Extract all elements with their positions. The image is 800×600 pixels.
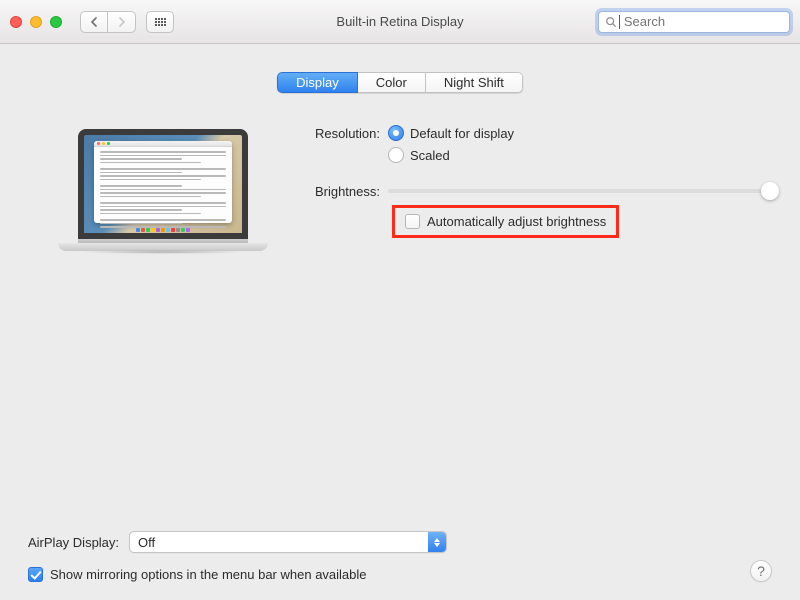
bottom-section: AirPlay Display: Off Show mirroring opti… bbox=[28, 531, 772, 582]
zoom-window-button[interactable] bbox=[50, 16, 62, 28]
radio-label: Scaled bbox=[410, 148, 450, 163]
nav-buttons bbox=[80, 11, 136, 33]
titlebar: Built-in Retina Display bbox=[0, 0, 800, 44]
close-window-button[interactable] bbox=[10, 16, 22, 28]
airplay-label: AirPlay Display: bbox=[28, 535, 119, 550]
tab-display[interactable]: Display bbox=[277, 72, 358, 93]
search-icon bbox=[605, 16, 617, 28]
chevron-left-icon bbox=[90, 17, 98, 27]
minimize-window-button[interactable] bbox=[30, 16, 42, 28]
resolution-label: Resolution: bbox=[298, 125, 388, 141]
help-icon: ? bbox=[757, 563, 765, 579]
resolution-scaled-radio[interactable]: Scaled bbox=[388, 147, 514, 163]
mirroring-label: Show mirroring options in the menu bar w… bbox=[50, 567, 367, 582]
show-all-button[interactable] bbox=[146, 11, 174, 33]
slider-thumb[interactable] bbox=[761, 182, 779, 200]
resolution-default-radio[interactable]: Default for display bbox=[388, 125, 514, 141]
radio-dot-icon bbox=[388, 125, 404, 141]
settings-column: Resolution: Default for display Scaled B… bbox=[298, 123, 772, 258]
airplay-value: Off bbox=[130, 535, 428, 550]
brightness-label: Brightness: bbox=[298, 183, 388, 199]
laptop-icon bbox=[58, 129, 268, 251]
chevron-right-icon bbox=[118, 17, 126, 27]
slider-fill bbox=[388, 189, 770, 193]
back-button[interactable] bbox=[80, 11, 108, 33]
tab-night-shift[interactable]: Night Shift bbox=[426, 72, 523, 93]
airplay-select[interactable]: Off bbox=[129, 531, 447, 553]
auto-brightness-highlight: Automatically adjust brightness bbox=[392, 205, 619, 238]
search-input[interactable] bbox=[624, 14, 783, 29]
auto-brightness-label: Automatically adjust brightness bbox=[427, 214, 606, 229]
tab-color[interactable]: Color bbox=[358, 72, 426, 93]
auto-brightness-checkbox[interactable] bbox=[405, 214, 420, 229]
help-button[interactable]: ? bbox=[750, 560, 772, 582]
grid-icon bbox=[155, 18, 166, 26]
window-controls bbox=[10, 16, 62, 28]
select-caret-icon bbox=[428, 532, 446, 552]
display-preview bbox=[28, 123, 298, 258]
search-field[interactable] bbox=[598, 11, 790, 33]
brightness-slider[interactable] bbox=[388, 189, 770, 193]
forward-button[interactable] bbox=[108, 11, 136, 33]
radio-dot-icon bbox=[388, 147, 404, 163]
tab-bar: Display Color Night Shift bbox=[28, 72, 772, 93]
content-area: Display Color Night Shift bbox=[0, 44, 800, 600]
text-cursor bbox=[619, 15, 620, 29]
mirroring-checkbox[interactable] bbox=[28, 567, 43, 582]
radio-label: Default for display bbox=[410, 126, 514, 141]
